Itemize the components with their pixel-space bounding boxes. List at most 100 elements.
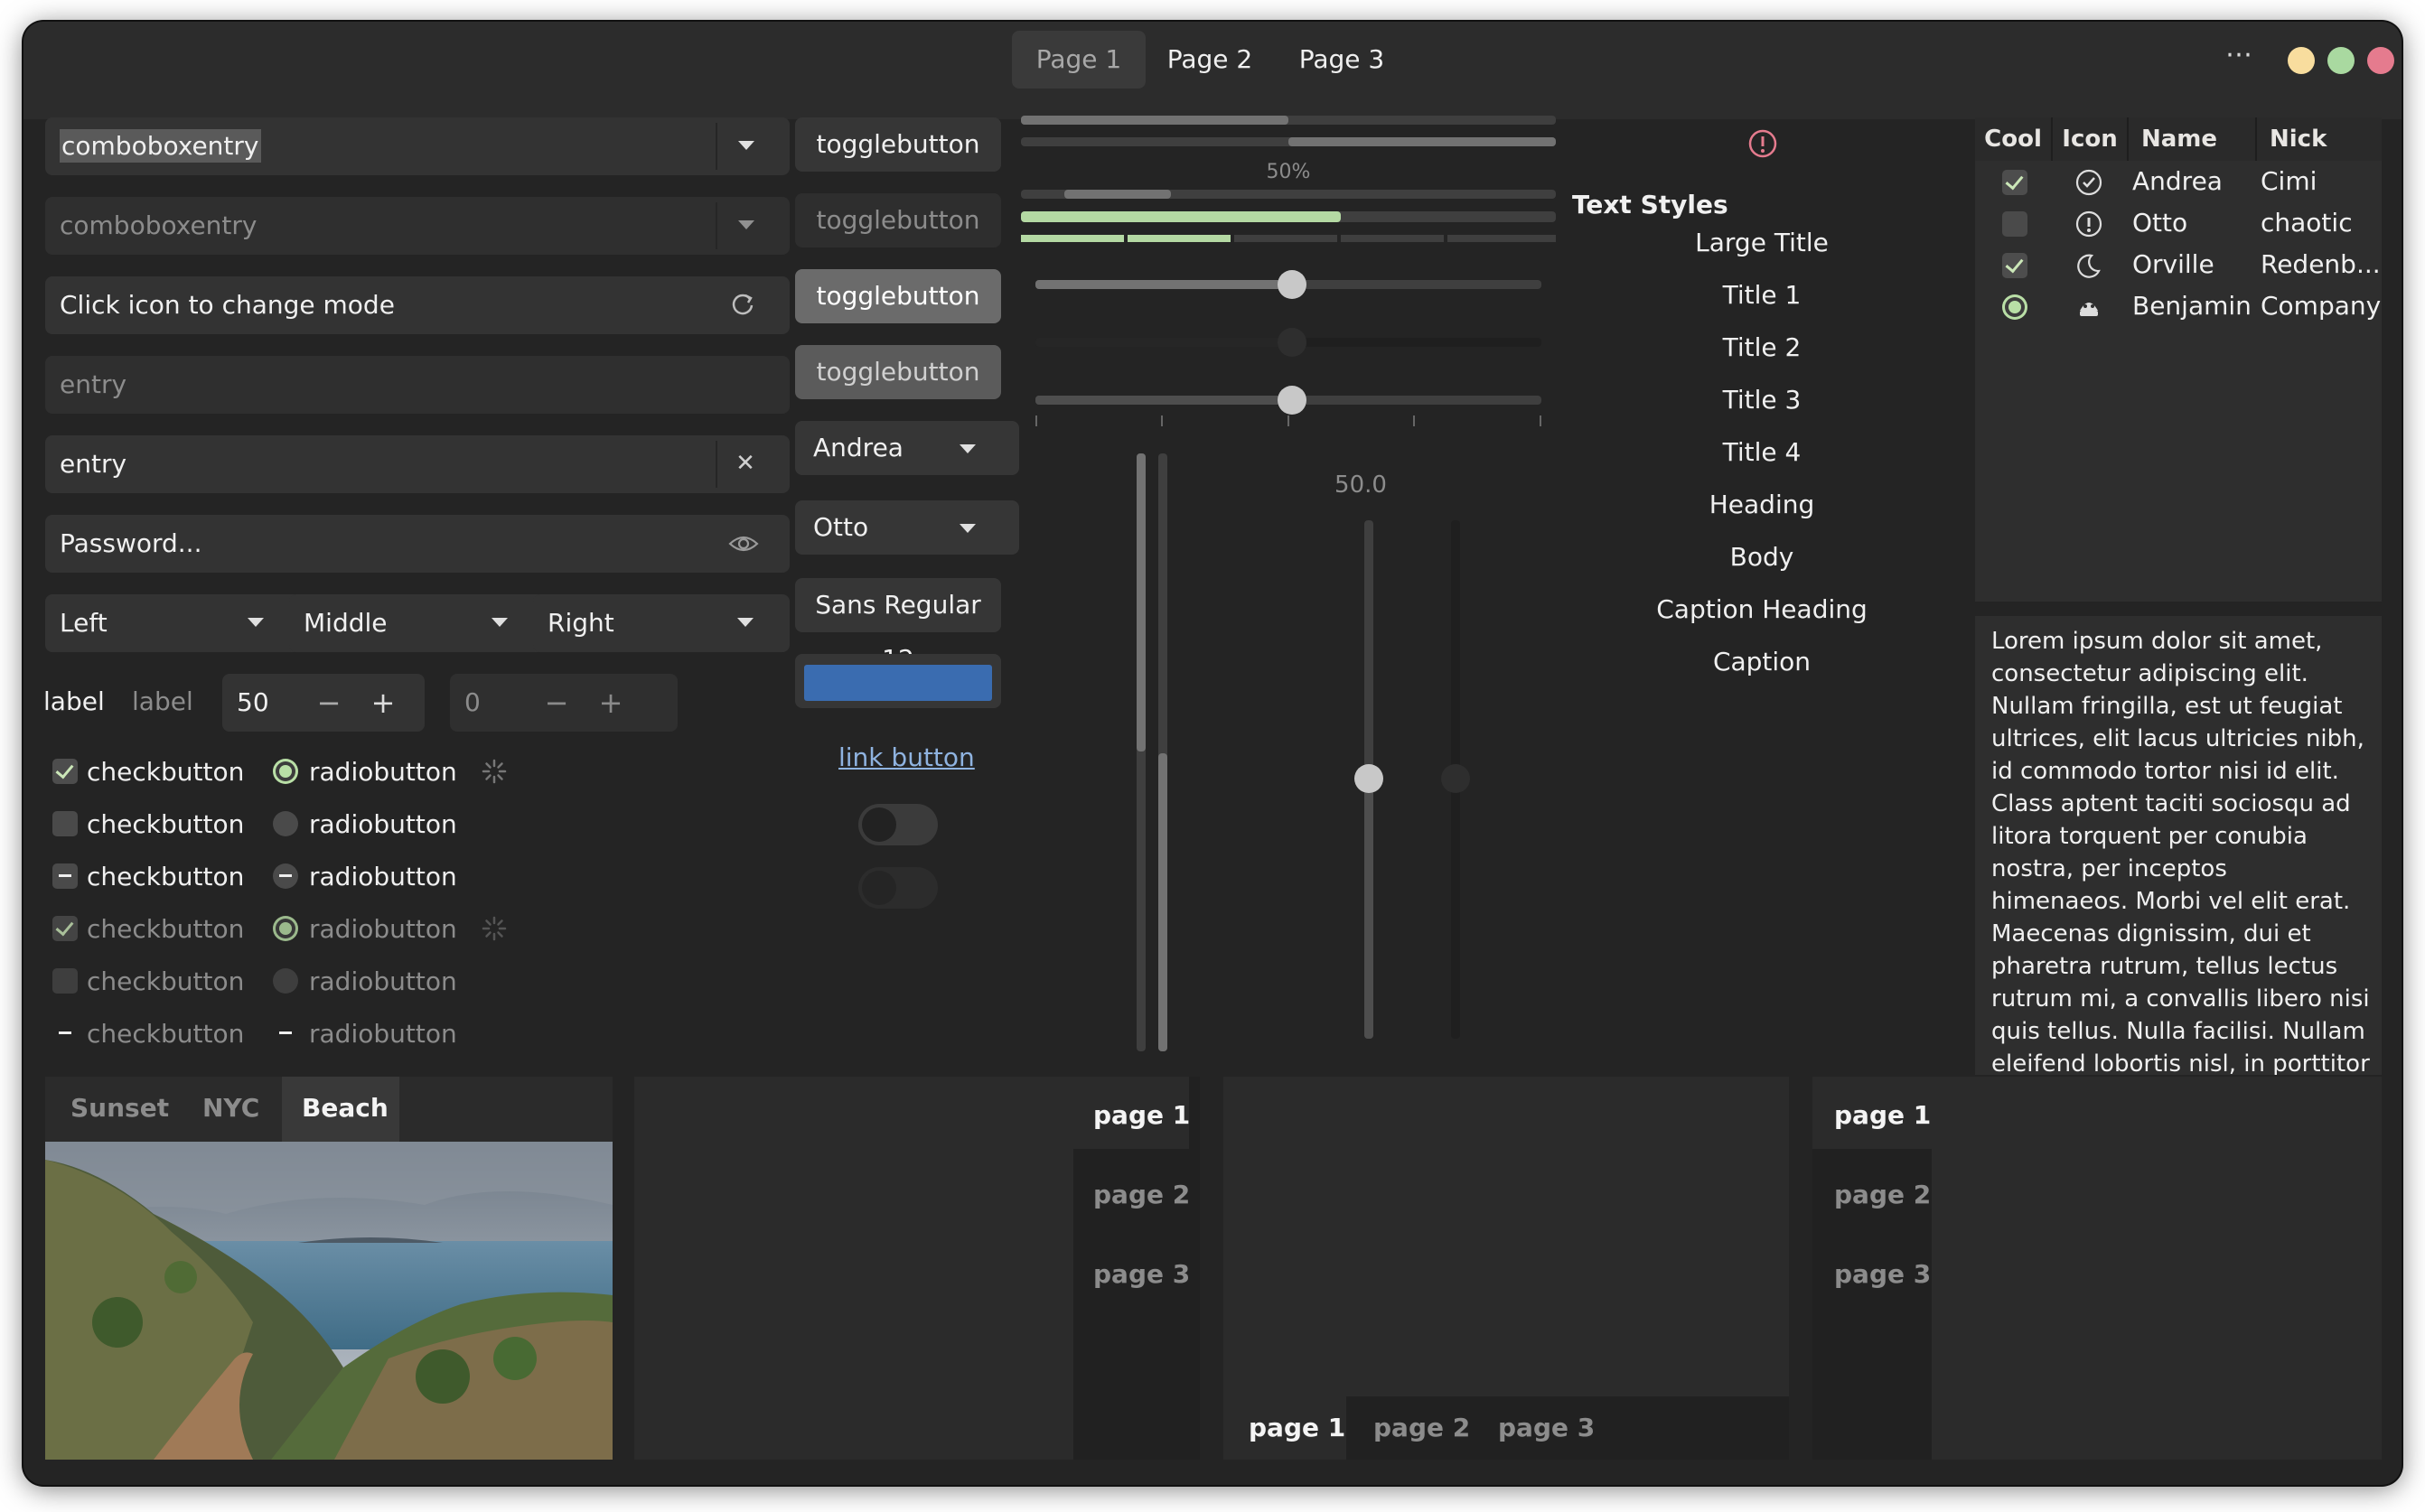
tab-page-2[interactable]: Page 2 bbox=[1151, 31, 1269, 89]
notebook-tab[interactable]: page 1 bbox=[1093, 1100, 1190, 1130]
hscale-knob[interactable] bbox=[1278, 270, 1306, 299]
radiobutton-unchecked[interactable] bbox=[273, 811, 298, 836]
close-button[interactable] bbox=[2367, 47, 2394, 74]
clear-icon[interactable]: ✕ bbox=[734, 452, 757, 475]
plus-icon[interactable]: + bbox=[365, 674, 401, 732]
warning-icon bbox=[2074, 210, 2103, 238]
togglebutton-active-disabled[interactable]: togglebutton bbox=[795, 345, 1001, 399]
moon-icon bbox=[2074, 251, 2103, 280]
link-button[interactable]: link button bbox=[838, 742, 975, 772]
refresh-icon[interactable] bbox=[730, 291, 757, 318]
tab-page-3[interactable]: Page 3 bbox=[1283, 31, 1400, 89]
header-bar: Page 1 Page 2 Page 3 ⋯ bbox=[23, 22, 2402, 119]
checkbutton-checked-disabled[interactable] bbox=[52, 916, 78, 941]
plus-icon[interactable]: + bbox=[593, 674, 629, 732]
column-name[interactable]: Name bbox=[2129, 117, 2257, 161]
tab-page-1[interactable]: Page 1 bbox=[1012, 31, 1146, 89]
color-button[interactable] bbox=[795, 654, 1001, 708]
radiobutton-checked[interactable] bbox=[273, 759, 298, 784]
cool-radio[interactable] bbox=[2002, 294, 2027, 320]
text-view-content: Lorem ipsum dolor sit amet, consectetur … bbox=[1991, 628, 2370, 1075]
progress-label: 50% bbox=[1266, 161, 1311, 183]
combobox-entry-2[interactable]: comboboxentry bbox=[45, 197, 790, 255]
minimize-button[interactable] bbox=[2288, 47, 2315, 74]
minus-icon[interactable]: − bbox=[538, 674, 575, 732]
checkbutton-unchecked[interactable] bbox=[52, 811, 78, 836]
chevron-down-icon[interactable] bbox=[738, 220, 754, 229]
chevron-down-icon bbox=[248, 618, 264, 627]
progress-pulse bbox=[1064, 190, 1171, 199]
table-row[interactable]: Andrea Cimi bbox=[1975, 161, 2382, 202]
warning-icon bbox=[1747, 128, 1778, 159]
progress-bar-1 bbox=[1021, 116, 1556, 125]
notebook-tab[interactable]: page 2 bbox=[1373, 1413, 1470, 1442]
column-nick[interactable]: Nick bbox=[2257, 117, 2382, 161]
notebook-tab[interactable]: page 1 bbox=[1834, 1100, 1931, 1130]
vscale-knob[interactable] bbox=[1354, 764, 1383, 793]
column-cool[interactable]: Cool bbox=[1975, 117, 2053, 161]
combobox-entry-1[interactable]: comboboxentry bbox=[45, 117, 790, 175]
togglebutton[interactable]: togglebutton bbox=[795, 117, 1001, 172]
notebook-tab[interactable]: page 1 bbox=[1249, 1413, 1345, 1442]
checkbutton-label: checkbutton bbox=[87, 914, 245, 944]
notebook-tab[interactable]: page 3 bbox=[1834, 1259, 1931, 1289]
radiobutton-checked-disabled[interactable] bbox=[273, 916, 298, 941]
table-row[interactable]: Orville Redenb... bbox=[1975, 244, 2382, 285]
notebook-tab[interactable]: page 3 bbox=[1093, 1259, 1190, 1289]
tree-view[interactable]: Cool Icon Name Nick Andrea Cimi Otto cha… bbox=[1975, 117, 2382, 602]
minus-icon[interactable]: − bbox=[311, 674, 347, 732]
radiobutton-label: radiobutton bbox=[309, 757, 457, 787]
eye-icon[interactable] bbox=[728, 531, 759, 556]
table-row[interactable]: Benjamin Company bbox=[1975, 285, 2382, 327]
checkbutton-checked[interactable] bbox=[52, 759, 78, 784]
chevron-down-icon[interactable] bbox=[738, 141, 754, 150]
radiobutton-mixed[interactable] bbox=[273, 863, 298, 889]
notebook-tab[interactable]: page 2 bbox=[1093, 1180, 1190, 1209]
vprogress-fill bbox=[1137, 453, 1146, 751]
hscale-knob[interactable] bbox=[1278, 386, 1306, 415]
column-icon[interactable]: Icon bbox=[2053, 117, 2129, 161]
tab-sunset[interactable]: Sunset bbox=[70, 1093, 169, 1123]
notebook-tab[interactable]: page 3 bbox=[1498, 1413, 1595, 1442]
togglebutton-active[interactable]: togglebutton bbox=[795, 269, 1001, 323]
more-icon[interactable]: ⋯ bbox=[2221, 42, 2257, 78]
progress-fill-green bbox=[1021, 211, 1341, 222]
switch-knob bbox=[862, 871, 896, 905]
row-nick: Cimi bbox=[2261, 166, 2317, 196]
switch-off[interactable] bbox=[858, 804, 938, 845]
tab-nyc[interactable]: NYC bbox=[202, 1093, 259, 1123]
togglebutton-disabled[interactable]: togglebutton bbox=[795, 193, 1001, 247]
tab-beach[interactable]: Beach bbox=[302, 1093, 389, 1123]
separator bbox=[716, 441, 717, 488]
maximize-button[interactable] bbox=[2327, 47, 2355, 74]
entry-empty[interactable]: entry bbox=[45, 356, 790, 414]
text-view[interactable]: Lorem ipsum dolor sit amet, consectetur … bbox=[1975, 616, 2382, 1075]
combo-andrea[interactable]: Andrea bbox=[795, 421, 1019, 475]
cool-check[interactable] bbox=[2002, 170, 2027, 195]
hscale-knob[interactable] bbox=[1278, 328, 1306, 357]
combo-otto[interactable]: Otto bbox=[795, 500, 1019, 555]
radiobutton-label: radiobutton bbox=[309, 1019, 457, 1049]
password-field[interactable]: Password... bbox=[45, 515, 790, 573]
checkbutton-mixed-disabled[interactable] bbox=[52, 1021, 78, 1046]
text-style-title-1: Title 1 bbox=[1722, 280, 1802, 310]
mode-entry[interactable]: Click icon to change mode bbox=[45, 276, 790, 334]
table-row[interactable]: Otto chaotic bbox=[1975, 202, 2382, 244]
text-style-title-2: Title 2 bbox=[1722, 332, 1802, 362]
row-name: Otto bbox=[2132, 208, 2188, 238]
switch-knob bbox=[862, 807, 896, 842]
combobox-entry-text: comboboxentry bbox=[60, 129, 261, 163]
switch-off-disabled[interactable] bbox=[858, 867, 938, 909]
vprogress-fill bbox=[1158, 753, 1167, 1051]
checkbutton-unchecked-disabled[interactable] bbox=[52, 968, 78, 994]
entry-field[interactable]: entry bbox=[45, 435, 790, 493]
cool-check[interactable] bbox=[2002, 211, 2027, 237]
radiobutton-mixed-disabled[interactable] bbox=[273, 1021, 298, 1046]
label: label bbox=[43, 686, 105, 716]
font-button[interactable]: Sans Regular 12 bbox=[795, 578, 1001, 674]
notebook-tab[interactable]: page 2 bbox=[1834, 1180, 1931, 1209]
checkbutton-mixed[interactable] bbox=[52, 863, 78, 889]
radiobutton-unchecked-disabled[interactable] bbox=[273, 968, 298, 994]
cool-check[interactable] bbox=[2002, 253, 2027, 278]
vscale-knob[interactable] bbox=[1441, 764, 1470, 793]
